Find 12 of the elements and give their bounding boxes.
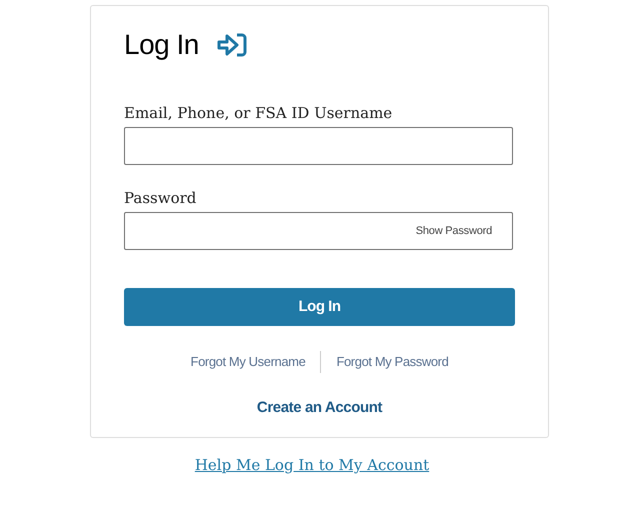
login-button[interactable]: Log In bbox=[124, 288, 515, 326]
sign-in-arrow-icon bbox=[216, 33, 247, 57]
field-label: Password bbox=[124, 188, 198, 209]
help-link[interactable]: Help Me Log In to My Account bbox=[7, 454, 617, 476]
forgot-link[interactable]: Forgot My Password bbox=[336, 352, 448, 372]
username-field[interactable] bbox=[124, 127, 513, 165]
field-label: Email, Phone, or FSA ID Username bbox=[124, 103, 394, 124]
forgot-link[interactable]: Forgot My Username bbox=[190, 352, 306, 372]
login-title: Log In bbox=[124, 28, 199, 62]
create-account-link[interactable]: Create an Account bbox=[256, 397, 382, 420]
password-field[interactable]: Show Password bbox=[124, 212, 513, 250]
show-password-toggle[interactable]: Show Password bbox=[416, 222, 492, 240]
